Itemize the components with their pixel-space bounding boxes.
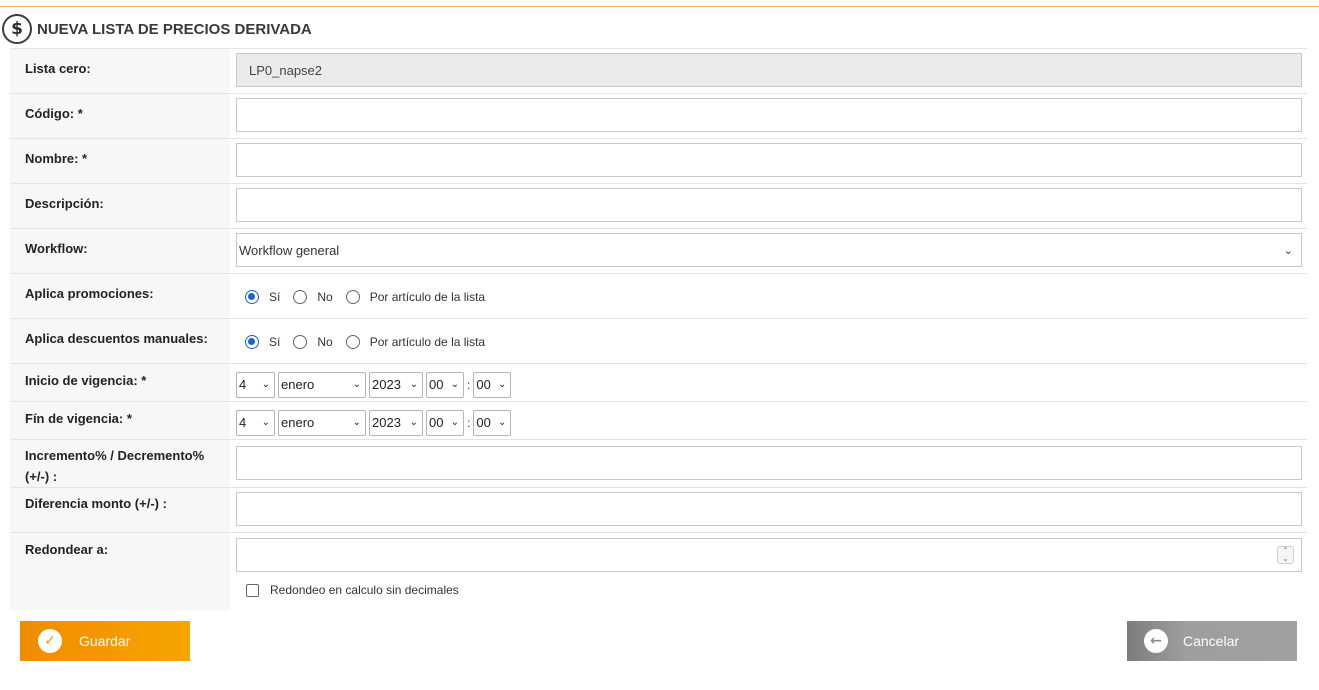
inicio-year-value: 2023 <box>372 377 401 392</box>
workflow-select-value: Workflow general <box>239 242 340 258</box>
descuentos-radio-si[interactable] <box>245 334 259 349</box>
label-descripcion: Descripción: <box>10 184 230 228</box>
fin-vigencia-picker: 4 ⌄ enero ⌄ 2023 ⌄ 00 ⌄ : 00 ⌄ <box>236 407 1302 437</box>
promociones-radio-por-articulo-label: Por artículo de la lista <box>369 289 486 304</box>
row-aplica-descuentos: Aplica descuentos manuales: Sí No Por ar… <box>10 318 1307 363</box>
fin-year-value: 2023 <box>372 415 401 430</box>
chevron-down-icon: ⌄ <box>261 416 270 428</box>
promociones-radio-si-label: Sí <box>269 289 281 304</box>
descuentos-radio-por-articulo[interactable] <box>345 334 360 349</box>
chevron-down-icon: ⌄ <box>409 416 418 428</box>
inicio-month-value: enero <box>281 377 315 392</box>
codigo-input[interactable] <box>236 98 1302 132</box>
page-title: NUEVA LISTA DE PRECIOS DERIVADA <box>37 20 312 38</box>
fin-hour-value: 00 <box>429 415 444 430</box>
dollar-icon: $ <box>2 14 32 44</box>
time-separator: : <box>467 377 471 392</box>
row-aplica-promociones: Aplica promociones: Sí No Por artículo d… <box>10 273 1307 318</box>
fin-month-value: enero <box>281 415 315 430</box>
row-inicio-vigencia: Inicio de vigencia: * 4 ⌄ enero ⌄ 2023 ⌄ 00… <box>10 363 1307 401</box>
fin-minute-select[interactable]: 00 ⌄ <box>473 409 512 436</box>
check-icon: ✓ <box>38 629 62 653</box>
save-button[interactable]: ✓ Guardar <box>20 621 190 661</box>
label-redondear: Redondear a: <box>10 533 230 610</box>
descuentos-radio-si-label: Sí <box>269 334 281 349</box>
fin-hour-select[interactable]: 00 ⌄ <box>426 409 464 436</box>
chevron-down-icon: ⌄ <box>1283 245 1293 257</box>
inicio-minute-select[interactable]: 00 ⌄ <box>473 371 512 398</box>
label-codigo: Código: * <box>10 94 230 138</box>
chevron-down-icon: ⌄ <box>497 416 507 428</box>
descuentos-radio-group: Sí No Por artículo de la lista <box>236 323 1302 360</box>
chevron-down-icon: ⌄ <box>352 378 361 390</box>
promociones-radio-por-articulo[interactable] <box>345 289 360 304</box>
chevron-down-icon: ⌄ <box>352 416 361 428</box>
chevron-down-icon: ⌄ <box>450 378 459 390</box>
lista-cero-field <box>236 53 1302 87</box>
redondear-number-input[interactable] <box>236 538 1302 572</box>
descuentos-radio-no[interactable] <box>293 334 308 349</box>
fin-month-select[interactable]: enero ⌄ <box>278 409 366 436</box>
inicio-year-select[interactable]: 2023 ⌄ <box>369 371 423 398</box>
promociones-radio-group: Sí No Por artículo de la lista <box>236 278 1302 315</box>
label-aplica-descuentos: Aplica descuentos manuales: <box>10 319 230 363</box>
row-descripcion: Descripción: <box>10 183 1307 228</box>
chevron-down-icon: ⌄ <box>409 378 418 390</box>
row-nombre: Nombre: * <box>10 138 1307 183</box>
inicio-hour-select[interactable]: 00 ⌄ <box>426 371 464 398</box>
top-accent-line <box>0 6 1319 7</box>
row-incremento: Incremento% / Decremento% (+/-) : <box>10 439 1307 487</box>
fin-year-select[interactable]: 2023 ⌄ <box>369 409 423 436</box>
redondeo-checkbox-label: Redondeo en calculo sin decimales <box>270 583 459 597</box>
row-lista-cero: Lista cero: <box>10 48 1307 93</box>
inicio-hour-value: 00 <box>429 377 444 392</box>
inicio-minute-value: 00 <box>476 377 491 392</box>
label-fin-vigencia: Fín de vigencia: * <box>10 402 230 439</box>
chevron-down-icon: ⌄ <box>450 416 459 428</box>
time-separator: : <box>467 415 471 430</box>
arrow-left-icon: ← <box>1144 629 1168 653</box>
page-header: $ NUEVA LISTA DE PRECIOS DERIVADA <box>0 11 1319 47</box>
cancel-button-label: Cancelar <box>1183 633 1240 649</box>
chevron-down-icon: ⌄ <box>261 378 270 390</box>
chevron-down-icon: ⌄ <box>497 378 507 390</box>
inicio-day-value: 4 <box>239 377 247 392</box>
label-incremento: Incremento% / Decremento% (+/-) : <box>10 440 230 487</box>
redondeo-checkbox-row: Redondeo en calculo sin decimales <box>236 583 1302 597</box>
inicio-month-select[interactable]: enero ⌄ <box>278 371 366 398</box>
cancel-button[interactable]: ← Cancelar <box>1127 621 1297 661</box>
stepper-arrows-icon[interactable]: ⌃ ⌄ <box>1277 546 1294 564</box>
label-workflow: Workflow: <box>10 229 230 273</box>
row-redondear: Redondear a: ⌃ ⌄ Redondeo en calculo sin … <box>10 532 1307 610</box>
row-fin-vigencia: Fín de vigencia: * 4 ⌄ enero ⌄ 2023 ⌄ 00 ⌄ :… <box>10 401 1307 439</box>
diferencia-monto-input[interactable] <box>236 492 1302 526</box>
row-diferencia-monto: Diferencia monto (+/-) : <box>10 487 1307 532</box>
descuentos-radio-no-label: No <box>317 334 333 349</box>
fin-day-select[interactable]: 4 ⌄ <box>236 409 275 436</box>
price-list-form: Lista cero: Código: * Nombre: * Descripc… <box>10 48 1307 610</box>
promociones-radio-si[interactable] <box>245 289 259 304</box>
label-diferencia-monto: Diferencia monto (+/-) : <box>10 488 230 532</box>
label-aplica-promociones: Aplica promociones: <box>10 274 230 318</box>
save-button-label: Guardar <box>79 633 131 649</box>
inicio-vigencia-picker: 4 ⌄ enero ⌄ 2023 ⌄ 00 ⌄ : 00 ⌄ <box>236 369 1302 399</box>
label-nombre: Nombre: * <box>10 139 230 183</box>
redondeo-checkbox[interactable] <box>246 583 259 597</box>
incremento-input[interactable] <box>236 446 1302 480</box>
row-workflow: Workflow: Workflow general ⌄ <box>10 228 1307 273</box>
label-inicio-vigencia: Inicio de vigencia: * <box>10 364 230 401</box>
label-lista-cero: Lista cero: <box>10 49 230 93</box>
promociones-radio-no-label: No <box>317 289 333 304</box>
descripcion-input[interactable] <box>236 188 1302 222</box>
nombre-input[interactable] <box>236 143 1302 177</box>
fin-minute-value: 00 <box>476 415 491 430</box>
row-codigo: Código: * <box>10 93 1307 138</box>
promociones-radio-no[interactable] <box>293 289 308 304</box>
fin-day-value: 4 <box>239 415 247 430</box>
descuentos-radio-por-articulo-label: Por artículo de la lista <box>369 334 486 349</box>
inicio-day-select[interactable]: 4 ⌄ <box>236 371 275 398</box>
workflow-select[interactable]: Workflow general ⌄ <box>236 233 1302 267</box>
